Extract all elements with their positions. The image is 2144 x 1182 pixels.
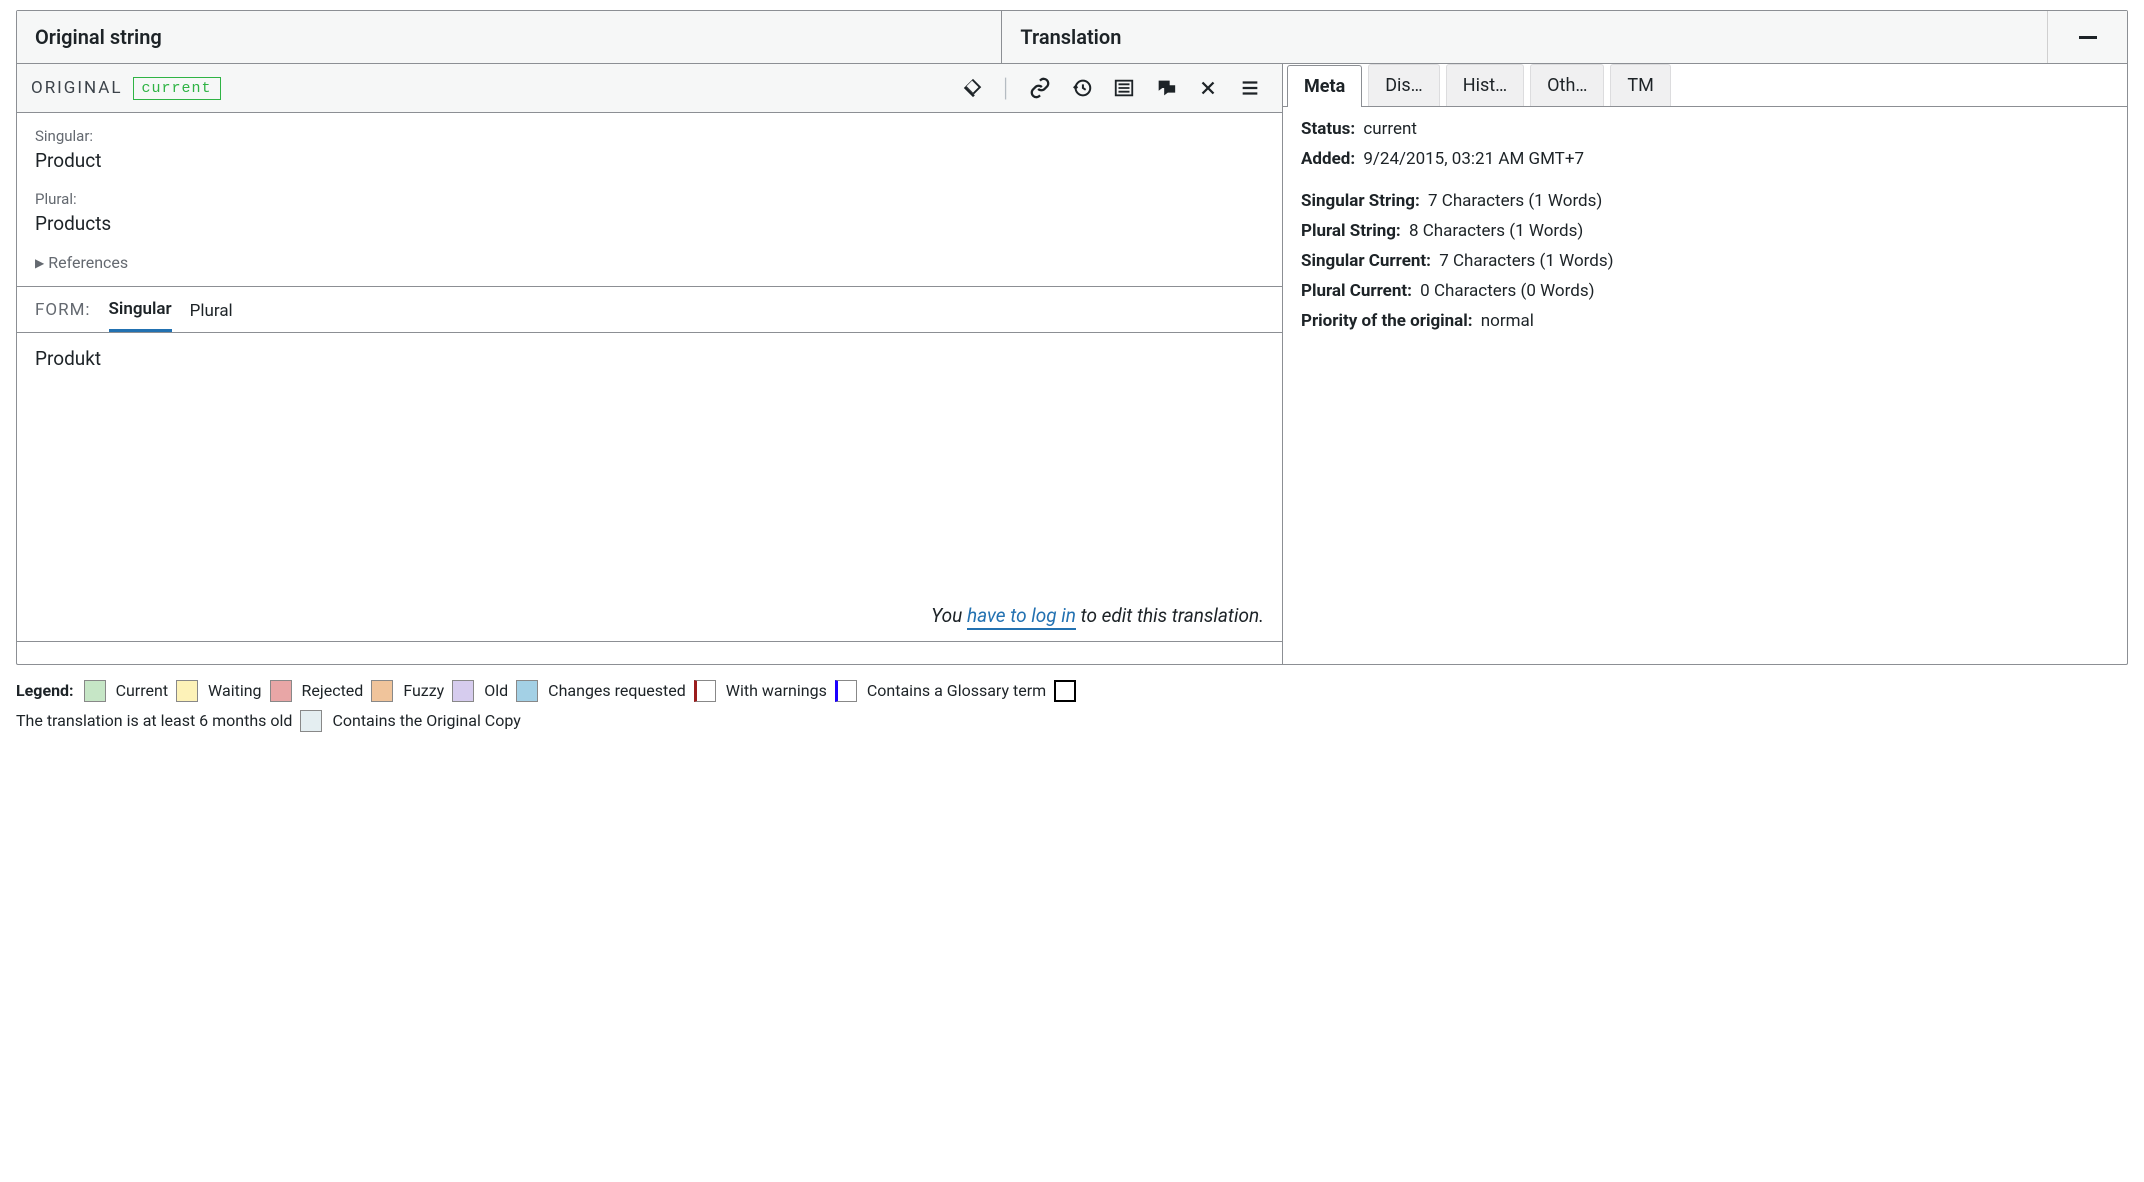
- swatch-rejected: [270, 680, 292, 702]
- meta-singular-string: Singular String: 7 Characters (1 Words): [1301, 191, 2109, 211]
- right-column: Meta Dis… Hist… Oth… TM Status: current …: [1283, 64, 2127, 664]
- triangle-right-icon: ▶: [35, 256, 44, 270]
- meta-added: Added: 9/24/2015, 03:21 AM GMT+7: [1301, 149, 2109, 169]
- legend-fuzzy: Fuzzy: [403, 677, 444, 706]
- tag-icon[interactable]: [955, 72, 991, 104]
- tab-others[interactable]: Oth…: [1530, 64, 1604, 106]
- meta-plural-string: Plural String: 8 Characters (1 Words): [1301, 221, 2109, 241]
- legend-orig-copy: Contains the Original Copy: [332, 708, 520, 734]
- left-column: ORIGINAL current │: [17, 64, 1283, 664]
- header-translation-label: Translation: [1020, 25, 2047, 49]
- tab-plural[interactable]: Plural: [190, 301, 233, 331]
- swatch-changes: [516, 680, 538, 702]
- swatch-current: [84, 680, 106, 702]
- legend-glossary: Contains a Glossary term: [867, 677, 1046, 706]
- link-icon[interactable]: [1022, 72, 1058, 104]
- status-chip: current: [133, 77, 221, 100]
- original-label: ORIGINAL: [31, 78, 123, 98]
- original-body: Singular: Product Plural: Products ▶ Ref…: [17, 113, 1282, 287]
- meta-priority: Priority of the original: normal: [1301, 311, 2109, 331]
- list-icon[interactable]: [1106, 72, 1142, 104]
- tab-history[interactable]: Hist…: [1446, 64, 1524, 106]
- form-tabs: FORM: Singular Plural: [17, 287, 1282, 333]
- tab-tm[interactable]: TM: [1610, 64, 1670, 106]
- meta-singular-current: Singular Current: 7 Characters (1 Words): [1301, 251, 2109, 271]
- login-pre: You: [931, 604, 967, 627]
- login-link[interactable]: have to log in: [967, 604, 1076, 630]
- singular-value: Product: [35, 149, 1264, 172]
- legend-changes: Changes requested: [548, 677, 686, 706]
- tab-singular[interactable]: Singular: [109, 299, 172, 332]
- tab-discussion[interactable]: Dis…: [1368, 64, 1440, 106]
- menu-icon[interactable]: [1232, 72, 1268, 104]
- collapse-button[interactable]: [2047, 11, 2127, 63]
- legend-row2: The translation is at least 6 months old…: [16, 708, 2128, 734]
- swatch-six-months: [1054, 680, 1076, 702]
- legend-old: Old: [484, 677, 508, 706]
- legend-six-months: The translation is at least 6 months old: [16, 708, 292, 734]
- swatch-warnings: [694, 680, 716, 702]
- legend-rejected: Rejected: [302, 677, 364, 706]
- translation-area: Produkt You have to log in to edit this …: [17, 333, 1282, 642]
- comment-icon[interactable]: [1148, 72, 1184, 104]
- tab-meta[interactable]: Meta: [1287, 65, 1362, 107]
- references-toggle[interactable]: ▶ References: [35, 253, 1264, 272]
- swatch-old: [452, 680, 474, 702]
- footer-spacer: [17, 642, 1282, 664]
- close-icon[interactable]: [1190, 72, 1226, 104]
- swatch-glossary: [835, 680, 857, 702]
- swatch-orig-copy: [300, 710, 322, 732]
- plural-value: Products: [35, 212, 1264, 235]
- panel-body: ORIGINAL current │: [17, 64, 2127, 664]
- legend-current: Current: [116, 677, 168, 706]
- swatch-fuzzy: [371, 680, 393, 702]
- legend: Legend: Current Waiting Rejected Fuzzy O…: [16, 677, 2128, 706]
- login-prompt: You have to log in to edit this translat…: [35, 594, 1264, 627]
- plural-label: Plural:: [35, 190, 1264, 208]
- translation-text: Produkt: [35, 347, 1264, 594]
- swatch-waiting: [176, 680, 198, 702]
- toolbar-separator: │: [997, 78, 1016, 99]
- references-label: References: [48, 253, 128, 272]
- minus-icon: [2079, 36, 2097, 39]
- meta-status: Status: current: [1301, 119, 2109, 139]
- header-original-label: Original string: [35, 25, 162, 49]
- meta-plural-current: Plural Current: 0 Characters (0 Words): [1301, 281, 2109, 301]
- singular-label: Singular:: [35, 127, 1264, 145]
- right-tabs: Meta Dis… Hist… Oth… TM: [1283, 64, 2127, 107]
- legend-warnings: With warnings: [726, 677, 827, 706]
- legend-waiting: Waiting: [208, 677, 261, 706]
- history-icon[interactable]: [1064, 72, 1100, 104]
- header-original: Original string: [17, 11, 1002, 63]
- login-post: to edit this translation.: [1076, 604, 1264, 627]
- legend-label: Legend:: [16, 677, 74, 706]
- panel-header: Original string Translation: [17, 11, 2127, 64]
- meta-body: Status: current Added: 9/24/2015, 03:21 …: [1283, 107, 2127, 353]
- form-label: FORM:: [35, 300, 91, 320]
- original-toolbar: ORIGINAL current │: [17, 64, 1282, 113]
- translation-panel: Original string Translation ORIGINAL cur…: [16, 10, 2128, 665]
- header-translation: Translation: [1002, 11, 2127, 63]
